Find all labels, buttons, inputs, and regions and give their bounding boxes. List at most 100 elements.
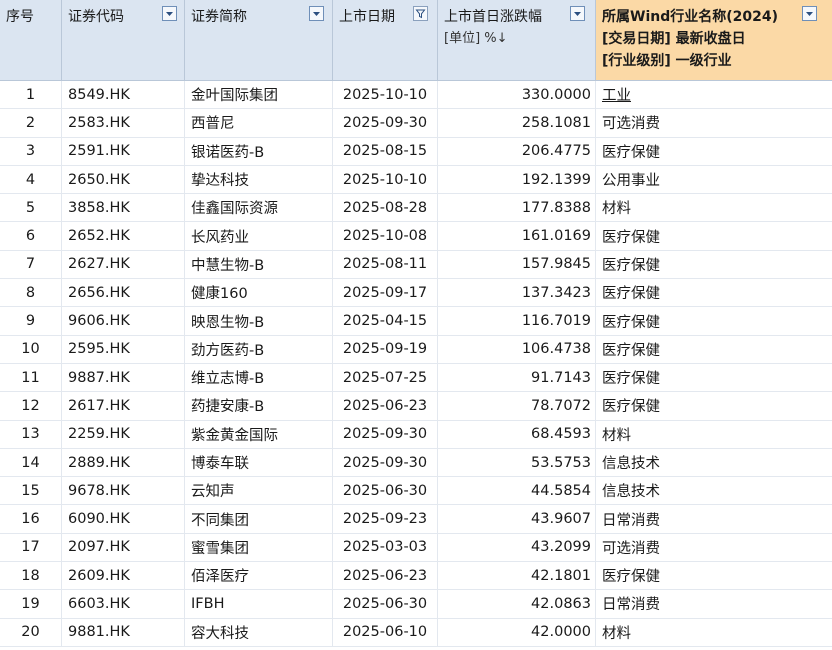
- cell-security-name[interactable]: 金叶国际集团: [185, 81, 333, 109]
- cell-listing-date[interactable]: 2025-10-10: [333, 81, 438, 109]
- cell-listing-date[interactable]: 2025-09-19: [333, 335, 438, 363]
- cell-first-day-change[interactable]: 258.1081: [438, 109, 596, 137]
- cell-security-name[interactable]: 劲方医药-B: [185, 335, 333, 363]
- cell-security-name[interactable]: 佳鑫国际资源: [185, 194, 333, 222]
- cell-listing-date[interactable]: 2025-08-11: [333, 250, 438, 279]
- cell-security-code[interactable]: 9678.HK: [62, 477, 185, 505]
- cell-security-code[interactable]: 2259.HK: [62, 420, 185, 448]
- table-row[interactable]: 3 2591.HK 银诺医药-B 2025-08-15 206.4775 医疗保…: [0, 137, 832, 166]
- cell-security-name[interactable]: 长风药业: [185, 222, 333, 250]
- cell-listing-date[interactable]: 2025-06-10: [333, 618, 438, 646]
- cell-security-code[interactable]: 2609.HK: [62, 562, 185, 590]
- funnel-filter-icon[interactable]: [413, 6, 428, 21]
- table-row[interactable]: 1 8549.HK 金叶国际集团 2025-10-10 330.0000 工业: [0, 81, 832, 110]
- cell-security-code[interactable]: 2656.HK: [62, 279, 185, 307]
- cell-first-day-change[interactable]: 91.7143: [438, 363, 596, 392]
- cell-security-name[interactable]: 健康160: [185, 279, 333, 307]
- table-row[interactable]: 4 2650.HK 挚达科技 2025-10-10 192.1399 公用事业: [0, 165, 832, 195]
- cell-security-code[interactable]: 9881.HK: [62, 618, 185, 646]
- cell-first-day-change[interactable]: 43.9607: [438, 505, 596, 533]
- cell-security-name[interactable]: 映恩生物-B: [185, 307, 333, 335]
- cell-security-name[interactable]: 药捷安康-B: [185, 392, 333, 420]
- cell-wind-industry[interactable]: 材料: [596, 194, 832, 221]
- cell-listing-date[interactable]: 2025-09-30: [333, 109, 438, 137]
- cell-listing-date[interactable]: 2025-09-17: [333, 279, 438, 307]
- header-security-name[interactable]: 证券简称: [185, 0, 333, 80]
- cell-wind-industry[interactable]: 医疗保健: [596, 279, 832, 306]
- cell-wind-industry[interactable]: 医疗保健: [596, 562, 832, 589]
- cell-listing-date[interactable]: 2025-06-23: [333, 392, 438, 420]
- header-security-code[interactable]: 证券代码: [62, 0, 185, 80]
- cell-security-code[interactable]: 2889.HK: [62, 448, 185, 477]
- cell-security-code[interactable]: 2650.HK: [62, 165, 185, 194]
- cell-security-name[interactable]: 佰泽医疗: [185, 562, 333, 590]
- cell-wind-industry[interactable]: 可选消费: [596, 534, 832, 561]
- cell-wind-industry[interactable]: 医疗保健: [596, 392, 832, 419]
- table-row[interactable]: 11 9887.HK 维立志博-B 2025-07-25 91.7143 医疗保…: [0, 363, 832, 393]
- cell-listing-date[interactable]: 2025-08-15: [333, 137, 438, 165]
- cell-security-name[interactable]: IFBH: [185, 590, 333, 618]
- cell-listing-date[interactable]: 2025-06-30: [333, 590, 438, 618]
- cell-wind-industry[interactable]: 医疗保健: [596, 222, 832, 249]
- cell-first-day-change[interactable]: 43.2099: [438, 533, 596, 562]
- cell-listing-date[interactable]: 2025-09-30: [333, 448, 438, 477]
- cell-first-day-change[interactable]: 161.0169: [438, 222, 596, 250]
- header-listing-date[interactable]: 上市日期: [333, 0, 438, 80]
- cell-first-day-change[interactable]: 177.8388: [438, 194, 596, 222]
- cell-wind-industry[interactable]: 公用事业: [596, 166, 832, 193]
- cell-security-code[interactable]: 2627.HK: [62, 250, 185, 279]
- cell-security-code[interactable]: 2097.HK: [62, 533, 185, 562]
- cell-first-day-change[interactable]: 330.0000: [438, 81, 596, 109]
- cell-first-day-change[interactable]: 42.1801: [438, 562, 596, 590]
- cell-first-day-change[interactable]: 42.0863: [438, 590, 596, 618]
- cell-security-code[interactable]: 6090.HK: [62, 505, 185, 533]
- cell-first-day-change[interactable]: 137.3423: [438, 279, 596, 307]
- dropdown-filter-icon[interactable]: [570, 6, 585, 21]
- cell-security-code[interactable]: 8549.HK: [62, 81, 185, 109]
- cell-listing-date[interactable]: 2025-09-23: [333, 505, 438, 533]
- cell-wind-industry[interactable]: 工业: [596, 81, 832, 108]
- cell-first-day-change[interactable]: 116.7019: [438, 307, 596, 335]
- cell-listing-date[interactable]: 2025-06-23: [333, 562, 438, 590]
- cell-security-name[interactable]: 不同集团: [185, 505, 333, 533]
- table-row[interactable]: 10 2595.HK 劲方医药-B 2025-09-19 106.4738 医疗…: [0, 335, 832, 364]
- cell-wind-industry[interactable]: 材料: [596, 421, 832, 448]
- dropdown-filter-icon[interactable]: [802, 6, 817, 21]
- table-row[interactable]: 13 2259.HK 紫金黄金国际 2025-09-30 68.4593 材料: [0, 420, 832, 449]
- cell-first-day-change[interactable]: 53.5753: [438, 448, 596, 477]
- cell-listing-date[interactable]: 2025-03-03: [333, 533, 438, 562]
- table-row[interactable]: 14 2889.HK 博泰车联 2025-09-30 53.5753 信息技术: [0, 448, 832, 478]
- cell-security-name[interactable]: 容大科技: [185, 618, 333, 646]
- table-row[interactable]: 18 2609.HK 佰泽医疗 2025-06-23 42.1801 医疗保健: [0, 562, 832, 591]
- header-first-day-change[interactable]: 上市首日涨跌幅 [单位] %↓: [438, 0, 596, 80]
- cell-security-code[interactable]: 2583.HK: [62, 109, 185, 137]
- cell-security-name[interactable]: 中慧生物-B: [185, 250, 333, 279]
- cell-wind-industry[interactable]: 医疗保健: [596, 307, 832, 334]
- table-row[interactable]: 20 9881.HK 容大科技 2025-06-10 42.0000 材料: [0, 618, 832, 647]
- cell-wind-industry[interactable]: 材料: [596, 619, 832, 646]
- table-row[interactable]: 19 6603.HK IFBH 2025-06-30 42.0863 日常消费: [0, 590, 832, 619]
- cell-first-day-change[interactable]: 68.4593: [438, 420, 596, 448]
- cell-wind-industry[interactable]: 信息技术: [596, 449, 832, 476]
- cell-first-day-change[interactable]: 157.9845: [438, 250, 596, 279]
- cell-first-day-change[interactable]: 206.4775: [438, 137, 596, 165]
- cell-wind-industry[interactable]: 医疗保健: [596, 364, 832, 391]
- cell-listing-date[interactable]: 2025-08-28: [333, 194, 438, 222]
- dropdown-filter-icon[interactable]: [162, 6, 177, 21]
- cell-wind-industry[interactable]: 可选消费: [596, 109, 832, 136]
- table-row[interactable]: 16 6090.HK 不同集团 2025-09-23 43.9607 日常消费: [0, 505, 832, 534]
- cell-listing-date[interactable]: 2025-10-10: [333, 165, 438, 194]
- cell-security-name[interactable]: 挚达科技: [185, 165, 333, 194]
- cell-listing-date[interactable]: 2025-06-30: [333, 477, 438, 505]
- table-row[interactable]: 2 2583.HK 西普尼 2025-09-30 258.1081 可选消费: [0, 109, 832, 138]
- cell-listing-date[interactable]: 2025-10-08: [333, 222, 438, 250]
- cell-listing-date[interactable]: 2025-04-15: [333, 307, 438, 335]
- cell-security-name[interactable]: 云知声: [185, 477, 333, 505]
- cell-security-code[interactable]: 6603.HK: [62, 590, 185, 618]
- cell-first-day-change[interactable]: 106.4738: [438, 335, 596, 363]
- cell-security-name[interactable]: 紫金黄金国际: [185, 420, 333, 448]
- cell-wind-industry[interactable]: 日常消费: [596, 590, 832, 617]
- cell-wind-industry[interactable]: 医疗保健: [596, 138, 832, 165]
- cell-security-code[interactable]: 9606.HK: [62, 307, 185, 335]
- header-index[interactable]: 序号: [0, 0, 62, 80]
